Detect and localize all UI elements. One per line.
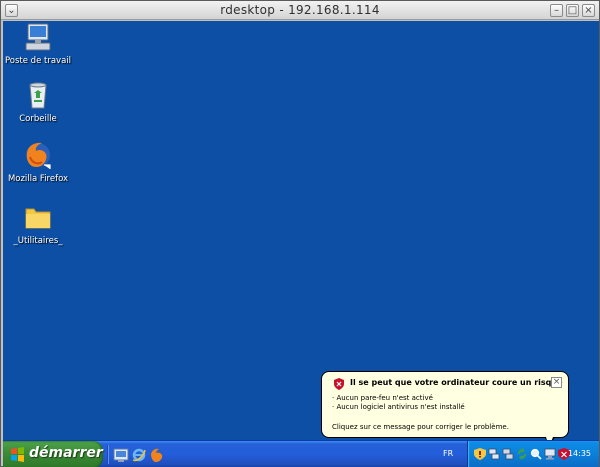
display-icon[interactable] xyxy=(544,448,556,460)
firefox-icon[interactable] xyxy=(149,447,165,463)
quick-launch-separator xyxy=(107,445,109,464)
window-title: rdesktop - 192.168.1.114 xyxy=(220,3,380,17)
desktop-icon-label: Mozilla Firefox xyxy=(7,174,69,184)
title-bar[interactable]: ⌄ rdesktop - 192.168.1.114 – □ × xyxy=(1,1,599,20)
maximize-button[interactable]: □ xyxy=(566,4,579,17)
desktop-icon-recycle-bin[interactable]: Corbeille xyxy=(3,79,73,124)
recycle-bin-icon xyxy=(22,79,54,111)
desktop-icon-label: Poste de travail xyxy=(4,56,72,66)
balloon-action-text[interactable]: Cliquez sur ce message pour corriger le … xyxy=(332,423,509,431)
clock[interactable]: 14:35 xyxy=(568,449,591,458)
start-button[interactable]: démarrer xyxy=(3,441,103,467)
security-shield-icon xyxy=(334,378,344,390)
taskbar: démarrer FR 14:35 xyxy=(3,440,599,467)
start-label: démarrer xyxy=(29,445,103,461)
balloon-title: Il se peut que votre ordinateur coure un… xyxy=(350,378,563,387)
internet-explorer-icon[interactable] xyxy=(131,447,147,463)
search-icon[interactable] xyxy=(530,448,542,460)
close-button[interactable]: × xyxy=(582,4,595,17)
desktop-icon-my-computer[interactable]: Poste de travail xyxy=(3,21,73,66)
desktop-icon-label: _Utilitaires_ xyxy=(13,236,63,246)
balloon-line-antivirus: · Aucun logiciel antivirus n'est install… xyxy=(332,403,465,411)
desktop-icon-firefox[interactable]: Mozilla Firefox xyxy=(3,139,73,184)
firefox-icon xyxy=(22,139,54,171)
windows-logo-icon xyxy=(11,447,24,462)
network-icon-2[interactable] xyxy=(502,448,514,460)
update-icon[interactable] xyxy=(516,448,528,460)
folder-icon xyxy=(22,201,54,233)
desktop-icon-utilitaires-folder[interactable]: _Utilitaires_ xyxy=(3,201,73,246)
network-icon[interactable] xyxy=(488,448,500,460)
balloon-close-button[interactable]: × xyxy=(551,377,562,388)
security-balloon[interactable]: Il se peut que votre ordinateur coure un… xyxy=(321,371,569,438)
balloon-line-firewall: · Aucun pare-feu n'est activé xyxy=(332,394,433,402)
desktop-icon-label: Corbeille xyxy=(19,114,57,124)
my-computer-icon xyxy=(22,21,54,53)
system-tray: 14:35 xyxy=(467,441,599,467)
language-indicator[interactable]: FR xyxy=(443,449,453,458)
security-shield-icon[interactable] xyxy=(474,448,486,460)
rdesktop-window: ⌄ rdesktop - 192.168.1.114 – □ × Poste d… xyxy=(0,0,600,467)
show-desktop-icon[interactable] xyxy=(113,447,129,463)
minimize-button[interactable]: – xyxy=(550,4,563,17)
